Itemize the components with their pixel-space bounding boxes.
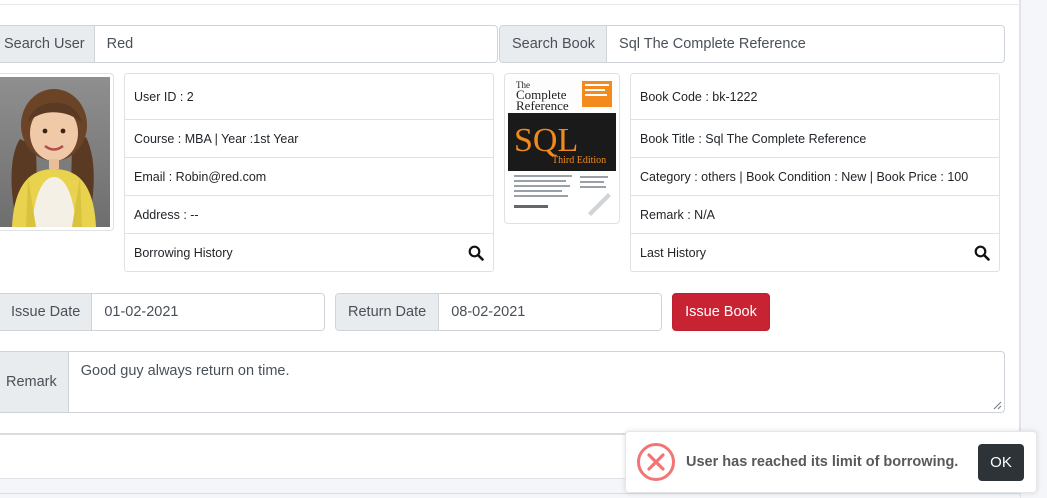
book-cover-image: The Complete Reference SQL Third Edition [508,77,616,220]
issue-date-label: Issue Date [0,294,93,330]
toast-ok-button[interactable]: OK [978,444,1024,481]
remark-textarea[interactable]: Good guy always return on time. [69,352,1004,412]
remark-group: Remark Good guy always return on time. [0,351,1005,413]
user-email: Email : Robin@red.com [134,169,267,184]
user-avatar-image [0,77,110,227]
borrowing-history-label: Borrowing History [134,245,233,260]
book-code: Book Code : bk-1222 [640,89,758,104]
book-remark-row: Remark : N/A [631,196,999,234]
cover-sql: SQL [514,122,578,159]
return-date-input[interactable]: 08-02-2021 [439,294,661,330]
error-x-icon [637,443,675,481]
borrowing-history-row[interactable]: Borrowing History [125,234,493,271]
error-toast: User has reached its limit of borrowing.… [625,431,1037,493]
user-address-row: Address : -- [125,196,493,234]
cover-reference: Reference [516,98,569,113]
book-details-row: Category : others | Book Condition : New… [631,158,999,196]
last-history-label: Last History [640,245,706,260]
user-id-row: User ID : 2 [125,74,493,120]
remark-label: Remark [0,352,69,412]
user-id: User ID : 2 [134,89,194,104]
search-user-label: Search User [0,26,95,62]
top-divider [0,4,1018,5]
search-book-group: Search Book Sql The Complete Reference [499,25,1005,63]
search-icon[interactable] [468,245,484,261]
bottom-divider [0,493,1020,494]
book-cover: The Complete Reference SQL Third Edition [504,73,620,224]
user-info-list: User ID : 2 Course : MBA | Year :1st Yea… [124,73,494,272]
search-icon[interactable] [974,245,990,261]
book-remark: Remark : N/A [640,207,716,222]
issue-book-button[interactable]: Issue Book [672,293,770,331]
search-book-label: Search Book [500,26,608,62]
book-info-list: Book Code : bk-1222 Book Title : Sql The… [630,73,1000,272]
cover-edition: Third Edition [552,155,606,166]
resize-grip-icon[interactable] [993,401,1002,410]
user-address: Address : -- [134,207,199,222]
book-details: Category : others | Book Condition : New… [640,169,969,184]
issue-date-group: Issue Date 01-02-2021 [0,293,325,331]
book-title: Book Title : Sql The Complete Reference [640,131,867,146]
user-photo [0,73,114,231]
toast-message: User has reached its limit of borrowing. [686,454,959,470]
issue-date-input[interactable]: 01-02-2021 [92,294,324,330]
user-email-row: Email : Robin@red.com [125,158,493,196]
user-course-year: Course : MBA | Year :1st Year [134,131,299,146]
search-book-input[interactable]: Sql The Complete Reference [607,26,1004,62]
return-date-label: Return Date [336,294,440,330]
user-course-row: Course : MBA | Year :1st Year [125,120,493,158]
last-history-row[interactable]: Last History [631,234,999,271]
return-date-group: Return Date 08-02-2021 [335,293,662,331]
book-title-row: Book Title : Sql The Complete Reference [631,120,999,158]
search-user-group: Search User Red [0,25,498,63]
right-gutter [1020,0,1047,498]
search-user-input[interactable]: Red [95,26,497,62]
book-code-row: Book Code : bk-1222 [631,74,999,120]
